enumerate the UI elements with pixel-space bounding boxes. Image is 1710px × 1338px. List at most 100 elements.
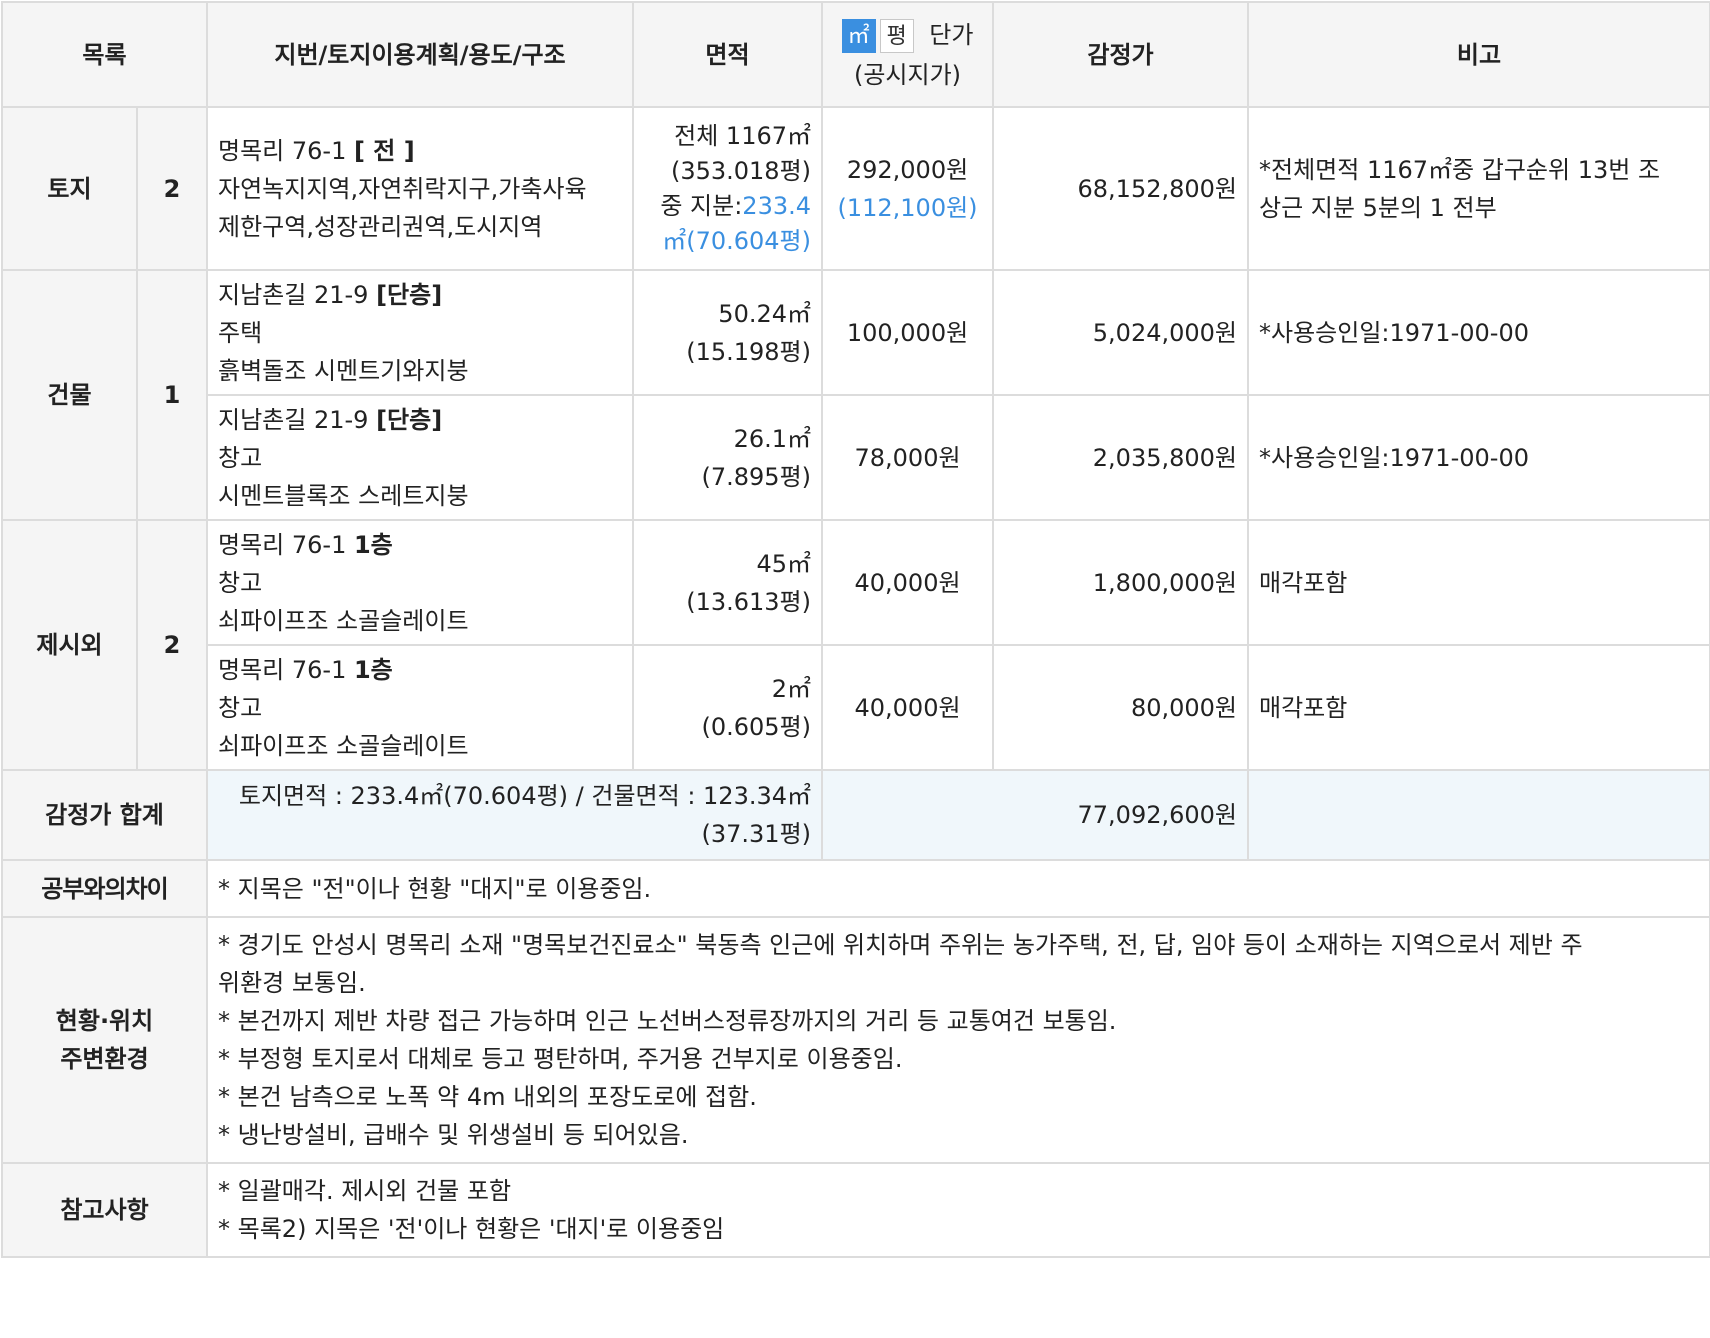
- location-text: * 경기도 안성시 명목리 소재 "명목보건진료소" 북동측 인근에 위치하며 …: [206, 916, 1710, 1164]
- location-line: 위환경 보통임.: [218, 969, 366, 997]
- remark-cell: 매각포함: [1247, 519, 1710, 646]
- total-amount: 77,092,600원: [821, 769, 1250, 861]
- difference-text: * 지목은 "전"이나 현황 "대지"로 이용중임.: [206, 859, 1710, 918]
- building-structure: 시멘트블록조 스레트지붕: [218, 481, 469, 510]
- remark-cell: *사용승인일:1971-00-00: [1247, 269, 1710, 396]
- appraisal-value: 80,000원: [992, 644, 1250, 771]
- appraisal-value: 68,152,800원: [992, 106, 1250, 271]
- land-use-plan-line: 자연녹지지역,자연취락지구,가축사육: [218, 174, 587, 203]
- lot-cell: 지남촌길 21-9 [단층] 창고 시멘트블록조 스레트지붕: [206, 394, 635, 521]
- reference-text: * 일괄매각. 제시외 건물 포함 * 목록2) 지목은 '전'이나 현황은 '…: [206, 1162, 1710, 1258]
- area-cell: 2㎡ (0.605평): [632, 644, 824, 771]
- area-cell: 50.24㎡ (15.198평): [632, 269, 824, 396]
- remark-cell: 매각포함: [1247, 644, 1710, 771]
- location-line: * 본건까지 제반 차량 접근 가능하며 인근 노선버스정류장까지의 거리 등 …: [218, 1007, 1117, 1035]
- building-use: 주택: [218, 318, 263, 347]
- lot-tag: [단층]: [376, 405, 443, 434]
- lot-address: 명목리 76-1: [218, 136, 354, 165]
- remark-cell: *사용승인일:1971-00-00: [1247, 394, 1710, 521]
- area-sqm: 50.24㎡: [718, 299, 812, 328]
- appraisal-value: 5,024,000원: [992, 269, 1250, 396]
- area-total: 전체 1167㎡: [674, 121, 812, 150]
- area-sqm: 26.1㎡: [733, 424, 812, 453]
- lot-tag: 1층: [353, 530, 393, 559]
- lot-tag: [ 전 ]: [353, 136, 415, 165]
- appraisal-value: 1,800,000원: [992, 519, 1250, 646]
- location-line: * 냉난방설비, 급배수 및 위생설비 등 되어있음.: [218, 1121, 689, 1149]
- location-line: * 경기도 안성시 명목리 소재 "명목보건진료소" 북동측 인근에 위치하며 …: [218, 931, 1583, 959]
- official-price: (112,100원): [837, 193, 978, 222]
- remark-line: 상근 지분 5분의 1 전부: [1259, 193, 1497, 222]
- total-label: 감정가 합계: [0, 769, 209, 861]
- building-use: 창고: [218, 568, 263, 597]
- table-row: 제시외 2 명목리 76-1 1층 창고 쇠파이프조 소골슬레이트 45㎡ (1…: [1, 519, 1710, 771]
- lot-tag: [단층]: [376, 280, 443, 309]
- table-row: 지남촌길 21-9 [단층] 창고 시멘트블록조 스레트지붕 26.1㎡ (7.…: [2, 394, 1710, 521]
- area-total-pyeong: (353.018평): [670, 156, 812, 185]
- unit-price: 40,000원: [821, 519, 995, 646]
- area-pyeong: (15.198평): [686, 337, 812, 366]
- lot-cell: 명목리 76-1 1층 창고 쇠파이프조 소골슬레이트: [206, 644, 635, 771]
- table-row: 명목리 76-1 1층 창고 쇠파이프조 소골슬레이트 2㎡ (0.605평) …: [2, 644, 1710, 771]
- area-cell: 26.1㎡ (7.895평): [632, 394, 824, 521]
- header-appraisal: 감정가: [992, 1, 1250, 108]
- price-title: 단가: [929, 20, 974, 49]
- remark-line: *전체면적 1167㎡중 갑구순위 13번 조: [1259, 155, 1661, 184]
- lot-cell: 지남촌길 21-9 [단층] 주택 흙벽돌조 시멘트기와지붕: [206, 269, 635, 396]
- header-lot: 지번/토지이용계획/용도/구조: [206, 1, 635, 108]
- building-structure: 쇠파이프조 소골슬레이트: [218, 606, 469, 635]
- category-building-count: 1: [135, 269, 209, 521]
- reference-line: * 일괄매각. 제시외 건물 포함: [218, 1177, 512, 1205]
- lot-address: 명목리 76-1: [218, 530, 354, 559]
- area-pyeong: (13.613평): [686, 587, 812, 616]
- unit-price: 40,000원: [821, 644, 995, 771]
- table-row: 건물 1 지남촌길 21-9 [단층] 주택 흙벽돌조 시멘트기와지붕 50.2…: [1, 269, 1710, 521]
- area-pyeong: (0.605평): [701, 712, 812, 741]
- appraisal-table: 목록 지번/토지이용계획/용도/구조 면적 ㎡ 평 단가 (공시지가) 감정가 비…: [0, 1, 1710, 1258]
- unit-price: 292,000원: [846, 155, 969, 184]
- reference-label: 참고사항: [0, 1162, 209, 1258]
- difference-row: 공부와의차이 * 지목은 "전"이나 현황 "대지"로 이용중임.: [0, 859, 1710, 918]
- reference-row: 참고사항 * 일괄매각. 제시외 건물 포함 * 목록2) 지목은 '전'이나 …: [0, 1162, 1710, 1258]
- header-unit-price: ㎡ 평 단가 (공시지가): [821, 1, 995, 108]
- area-pyeong: (7.895평): [701, 462, 812, 491]
- header-remarks: 비고: [1247, 1, 1710, 108]
- total-remark-empty: [1247, 769, 1710, 861]
- location-row: 현황·위치 주변환경 * 경기도 안성시 명목리 소재 "명목보건진료소" 북동…: [0, 916, 1710, 1164]
- lot-address: 명목리 76-1: [218, 655, 354, 684]
- area-cell: 전체 1167㎡ (353.018평) 중 지분:233.4 ㎡(70.604평…: [632, 106, 824, 271]
- area-share-value: 233.4: [742, 191, 812, 220]
- lot-cell: 명목리 76-1 1층 창고 쇠파이프조 소골슬레이트: [206, 519, 635, 646]
- lot-address: 지남촌길 21-9: [218, 280, 377, 309]
- header-area: 면적: [632, 1, 824, 108]
- location-line: * 부정형 토지로서 대체로 등고 평탄하며, 주거용 건부지로 이용중임.: [218, 1045, 903, 1073]
- category-building: 건물: [1, 269, 138, 521]
- category-land: 토지: [1, 106, 138, 271]
- remark-cell: *전체면적 1167㎡중 갑구순위 13번 조 상근 지분 5분의 1 전부: [1247, 106, 1710, 271]
- area-share-label: 중 지분:: [660, 191, 743, 220]
- building-structure: 쇠파이프조 소골슬레이트: [218, 731, 469, 760]
- difference-label: 공부와의차이: [0, 859, 209, 918]
- total-row: 감정가 합계 토지면적 : 233.4㎡(70.604평) / 건물면적 : 1…: [0, 769, 1710, 861]
- unit-sqm-toggle[interactable]: ㎡: [841, 18, 876, 53]
- unit-price: 100,000원: [821, 269, 995, 396]
- appraisal-value: 2,035,800원: [992, 394, 1250, 521]
- category-land-count: 2: [135, 106, 209, 271]
- location-label: 현황·위치 주변환경: [0, 916, 209, 1164]
- total-area-cell: 토지면적 : 233.4㎡(70.604평) / 건물면적 : 123.34㎡ …: [206, 769, 824, 861]
- building-structure: 흙벽돌조 시멘트기와지붕: [218, 356, 469, 385]
- area-sqm: 45㎡: [756, 549, 812, 578]
- location-label-line: 현황·위치: [55, 1007, 154, 1035]
- category-extra-count: 2: [135, 519, 209, 771]
- lot-tag: 1층: [353, 655, 393, 684]
- building-use: 창고: [218, 693, 263, 722]
- area-cell: 45㎡ (13.613평): [632, 519, 824, 646]
- unit-pyeong-toggle[interactable]: 평: [879, 18, 914, 53]
- lot-address: 지남촌길 21-9: [218, 405, 377, 434]
- total-area-line: 토지면적 : 233.4㎡(70.604평) / 건물면적 : 123.34㎡: [238, 782, 812, 810]
- location-line: * 본건 남측으로 노폭 약 4m 내외의 포장도로에 접함.: [218, 1083, 757, 1111]
- location-label-line: 주변환경: [60, 1045, 149, 1073]
- lot-cell: 명목리 76-1 [ 전 ] 자연녹지지역,자연취락지구,가축사육 제한구역,성…: [206, 106, 635, 271]
- price-subtitle: (공시지가): [853, 60, 962, 89]
- total-area-pyeong: (37.31평): [701, 820, 812, 848]
